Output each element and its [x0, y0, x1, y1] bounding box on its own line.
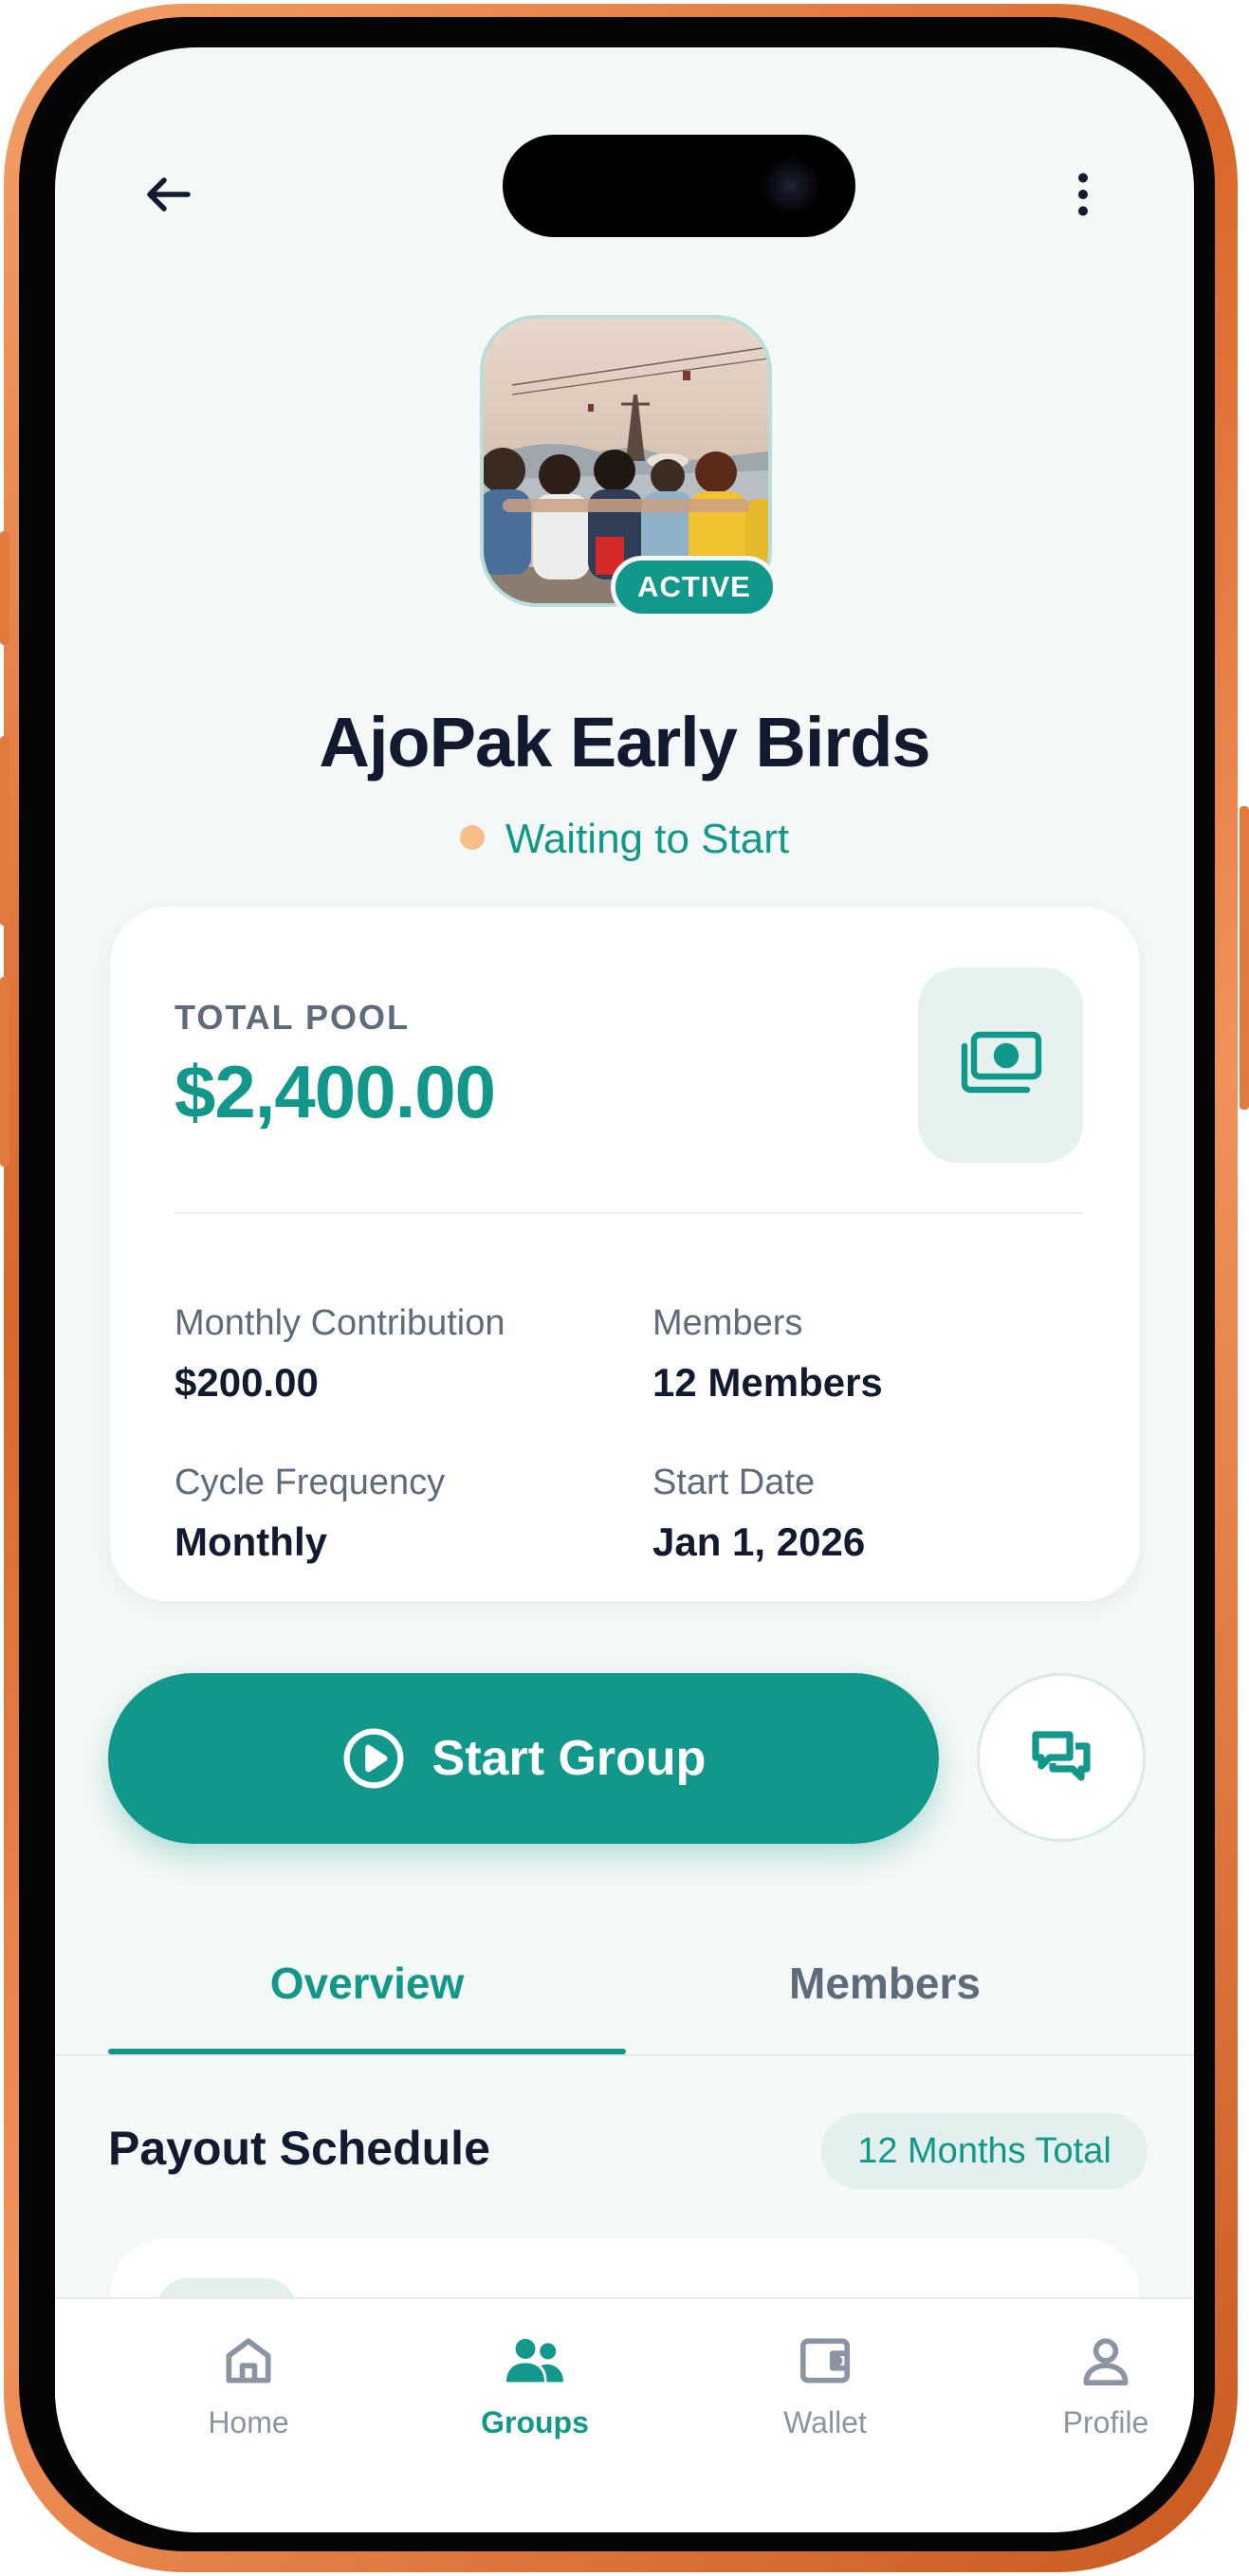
nav-home[interactable]: Home [154, 2328, 343, 2470]
group-status: Waiting to Start [55, 816, 1194, 863]
pool-icon-box [918, 967, 1083, 1163]
nav-wallet[interactable]: Wallet [730, 2328, 920, 2470]
members-label: Members [652, 1303, 803, 1343]
tab-members[interactable]: Members [626, 1958, 1144, 2024]
total-pool-card: TOTAL POOL $2,400.00 Monthly Contributio… [110, 907, 1140, 1601]
active-badge: ACTIVE [611, 556, 778, 618]
more-options-button[interactable] [1045, 156, 1121, 232]
group-chat-button[interactable] [977, 1673, 1146, 1842]
tab-overview[interactable]: Overview [108, 1958, 626, 2024]
monthly-contribution-value: $200.00 [174, 1360, 319, 1405]
arrow-left-icon [147, 177, 191, 212]
wallet-icon [799, 2338, 851, 2383]
start-date-label: Start Date [652, 1463, 816, 1502]
dynamic-island [503, 135, 855, 237]
start-group-button[interactable]: Start Group [108, 1673, 939, 1844]
nav-profile-label: Profile [1062, 2405, 1149, 2439]
home-icon [226, 2338, 271, 2383]
nav-wallet-label: Wallet [783, 2405, 867, 2439]
chat-bubbles-icon [1032, 1731, 1091, 1781]
more-vertical-icon [1078, 173, 1088, 216]
action-button [0, 531, 9, 645]
nav-home-label: Home [208, 2405, 289, 2439]
total-pool-label: TOTAL POOL [174, 998, 411, 1037]
payout-schedule-title: Payout Schedule [108, 2122, 490, 2175]
group-name: AjoPak Early Birds [319, 703, 930, 782]
back-button[interactable] [131, 156, 207, 232]
start-date-value: Jan 1, 2026 [652, 1519, 866, 1564]
users-icon [506, 2339, 563, 2383]
tabs-divider [55, 2054, 1194, 2056]
members-value: 12 Members [652, 1360, 883, 1405]
cycle-frequency-value: Monthly [174, 1519, 327, 1564]
total-pool-amount: $2,400.00 [174, 1050, 496, 1133]
months-total-pill: 12 Months Total [821, 2113, 1148, 2189]
power-button [1240, 806, 1249, 1110]
play-circle-icon [343, 1728, 403, 1789]
app-screen: ACTIVE AjoPak Early Birds Waiting to Sta… [55, 47, 1194, 2532]
nav-groups-label: Groups [481, 2405, 589, 2439]
volume-up-button [0, 736, 9, 926]
nav-groups[interactable]: Groups [440, 2328, 630, 2470]
cycle-frequency-label: Cycle Frequency [174, 1463, 446, 1502]
nav-profile[interactable]: Profile [1011, 2328, 1194, 2470]
user-icon [1083, 2338, 1129, 2386]
bottom-nav: Home Groups Wallet Profile [55, 2297, 1194, 2532]
start-group-label: Start Group [432, 1731, 707, 1786]
status-text: Waiting to Start [505, 816, 790, 862]
volume-down-button [0, 977, 9, 1167]
cash-stack-icon [961, 1031, 1042, 1094]
pool-divider [174, 1212, 1083, 1214]
status-dot [459, 825, 485, 851]
front-camera [761, 156, 821, 216]
monthly-contribution-label: Monthly Contribution [174, 1303, 505, 1343]
